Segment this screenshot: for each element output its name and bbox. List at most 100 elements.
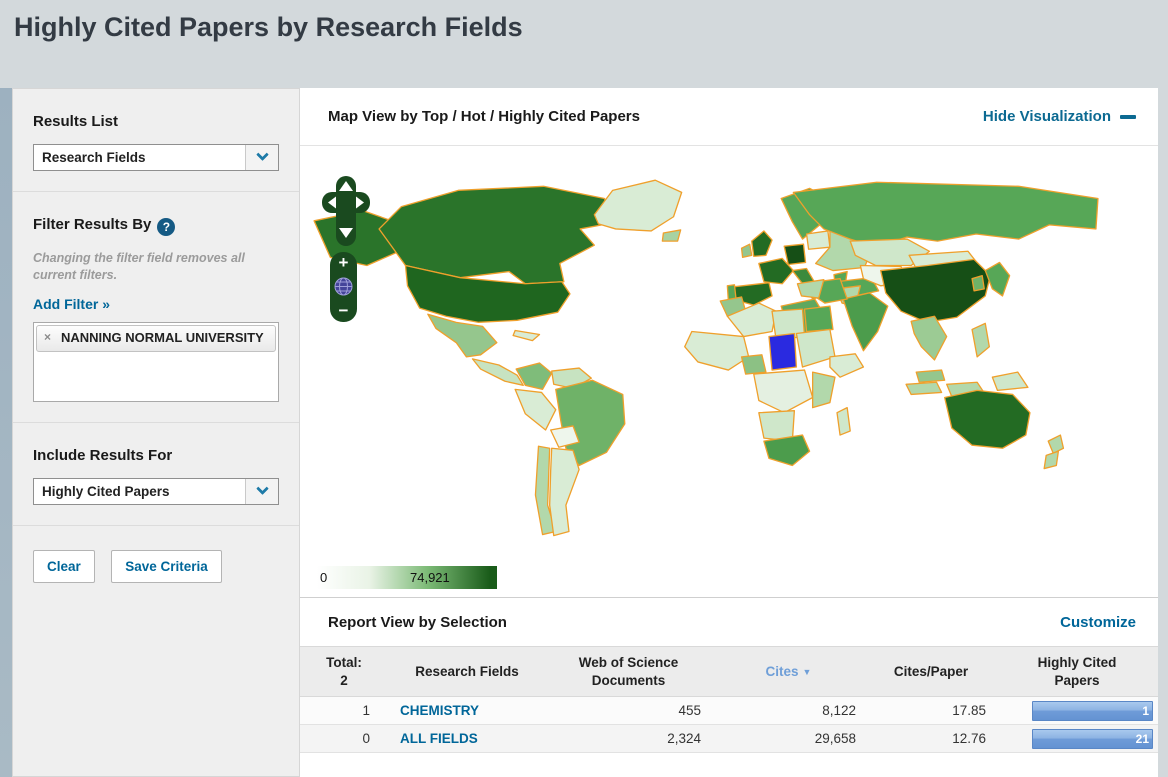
main-panel: Map View by Top / Hot / Highly Cited Pap… — [300, 88, 1158, 777]
zoom-out-button[interactable]: − — [339, 302, 349, 319]
map-view-title: Map View by Top / Hot / Highly Cited Pap… — [328, 108, 640, 125]
region-germany[interactable] — [783, 243, 807, 266]
add-filter-link[interactable]: Add Filter » — [33, 296, 110, 312]
documents-value: 2,324 — [667, 731, 701, 747]
region-new-guinea[interactable] — [991, 371, 1029, 392]
column-header-cites-per-paper[interactable]: Cites/Paper — [866, 645, 996, 698]
region-iceland[interactable] — [661, 229, 682, 242]
filter-tag-label: NANNING NORMAL UNIVERSITY — [61, 329, 264, 345]
region-east-africa[interactable] — [811, 371, 836, 409]
world-map[interactable] — [308, 170, 1100, 561]
sidebar-buttons: Clear Save Criteria — [13, 526, 299, 603]
region-new-zealand-south[interactable] — [1043, 450, 1060, 470]
region-chad-selected[interactable] — [768, 332, 798, 371]
include-results-value: Highly Cited Papers — [42, 483, 170, 499]
include-results-dropdown[interactable]: Highly Cited Papers — [33, 477, 279, 505]
region-indonesia-west[interactable] — [905, 381, 943, 396]
region-new-zealand-north[interactable] — [1047, 434, 1065, 454]
page-header: Highly Cited Papers by Research Fields — [0, 0, 1168, 88]
map-legend: 0 74,921 — [315, 566, 497, 589]
cites-value: 29,658 — [814, 731, 856, 747]
chevron-down-icon — [255, 148, 269, 162]
region-greenland[interactable] — [593, 179, 683, 232]
left-accent-strip — [0, 88, 12, 777]
table-row: 1 CHEMISTRY 455 8,122 17.85 1 — [300, 696, 1158, 725]
region-south-africa[interactable] — [763, 434, 811, 467]
documents-value: 455 — [678, 703, 701, 719]
sidebar: Results List Research Fields Filter Resu… — [12, 88, 300, 777]
hide-visualization-link[interactable]: Hide Visualization — [983, 108, 1136, 125]
filter-box: × NANNING NORMAL UNIVERSITY — [33, 321, 279, 402]
region-poland[interactable] — [805, 230, 831, 250]
cites-value: 8,122 — [822, 703, 856, 719]
legend-min: 0 — [320, 570, 328, 585]
clear-button[interactable]: Clear — [33, 549, 95, 583]
results-list-dropdown[interactable]: Research Fields — [33, 144, 279, 171]
region-philippines[interactable] — [971, 322, 990, 358]
map-pan-control[interactable] — [322, 176, 370, 248]
region-peru[interactable] — [514, 388, 557, 431]
region-sudan[interactable] — [795, 328, 836, 368]
filter-tag: × NANNING NORMAL UNIVERSITY — [36, 324, 276, 352]
region-indochina[interactable] — [910, 315, 948, 361]
column-header-total: Total: 2 — [300, 645, 388, 698]
report-view-header: Report View by Selection Customize — [300, 598, 1158, 646]
dropdown-button[interactable] — [245, 478, 278, 504]
region-madagascar[interactable] — [836, 406, 851, 436]
results-list-section: Results List Research Fields — [13, 89, 299, 192]
results-list-value: Research Fields — [42, 150, 146, 165]
filter-section: Filter Results By? Changing the filter f… — [13, 192, 299, 423]
region-nigeria[interactable] — [740, 354, 767, 375]
report-table: Total: 2 Research Fields Web of Science D… — [300, 645, 1158, 753]
filter-results-label: Filter Results By? — [33, 216, 281, 236]
region-south-korea[interactable] — [971, 274, 985, 292]
region-central-america[interactable] — [471, 358, 524, 386]
cites-per-paper-value: 17.85 — [952, 703, 986, 719]
region-malaysia[interactable] — [915, 369, 946, 383]
region-ethiopia[interactable] — [829, 353, 865, 378]
help-icon[interactable]: ? — [157, 218, 176, 236]
cites-per-paper-value: 12.76 — [952, 731, 986, 747]
remove-filter-icon[interactable]: × — [44, 330, 51, 345]
region-uk[interactable] — [751, 230, 773, 258]
region-egypt[interactable] — [803, 305, 834, 333]
globe-icon[interactable] — [334, 277, 353, 296]
chevron-down-icon — [255, 482, 269, 495]
customize-link[interactable]: Customize — [1060, 614, 1136, 631]
region-cuba[interactable] — [512, 329, 541, 342]
highly-cited-bar: 21 — [1032, 728, 1153, 749]
row-rank: 0 — [362, 731, 370, 747]
map-zoom-control[interactable]: + − — [330, 252, 357, 322]
highly-cited-bar: 1 — [1032, 700, 1153, 721]
include-results-section: Include Results For Highly Cited Papers — [13, 423, 299, 526]
report-view-title: Report View by Selection — [328, 613, 507, 631]
zoom-in-button[interactable]: + — [339, 254, 349, 271]
table-header-row: Total: 2 Research Fields Web of Science D… — [300, 645, 1158, 698]
map-view-header: Map View by Top / Hot / Highly Cited Pap… — [300, 88, 1158, 146]
row-rank: 1 — [362, 703, 370, 719]
filter-note: Changing the filter field removes all cu… — [33, 251, 245, 282]
column-header-documents[interactable]: Web of Science Documents — [546, 645, 711, 698]
region-argentina[interactable] — [549, 447, 580, 537]
column-header-cites[interactable]: Cites ▼ — [711, 645, 866, 698]
region-central-africa[interactable] — [753, 369, 814, 414]
column-header-highly-cited[interactable]: Highly Cited Papers — [996, 645, 1158, 698]
field-link[interactable]: ALL FIELDS — [400, 731, 478, 746]
region-japan[interactable] — [984, 261, 1011, 297]
page-title: Highly Cited Papers by Research Fields — [14, 12, 523, 42]
map-area: + − 0 74,921 — [300, 146, 1158, 598]
include-results-label: Include Results For — [33, 446, 173, 464]
results-list-label: Results List — [33, 113, 119, 130]
table-row: 0 ALL FIELDS 2,324 29,658 12.76 21 — [300, 724, 1158, 753]
legend-max: 74,921 — [410, 570, 450, 585]
dropdown-button[interactable] — [245, 145, 278, 170]
field-link[interactable]: CHEMISTRY — [400, 703, 479, 718]
region-ireland[interactable] — [740, 243, 753, 259]
save-criteria-button[interactable]: Save Criteria — [111, 549, 222, 583]
region-india[interactable] — [842, 292, 889, 352]
column-header-research-fields[interactable]: Research Fields — [388, 645, 546, 698]
minus-icon — [1120, 114, 1136, 119]
sort-descending-icon: ▼ — [802, 666, 812, 677]
region-west-africa[interactable] — [684, 330, 750, 371]
region-australia[interactable] — [943, 389, 1031, 449]
